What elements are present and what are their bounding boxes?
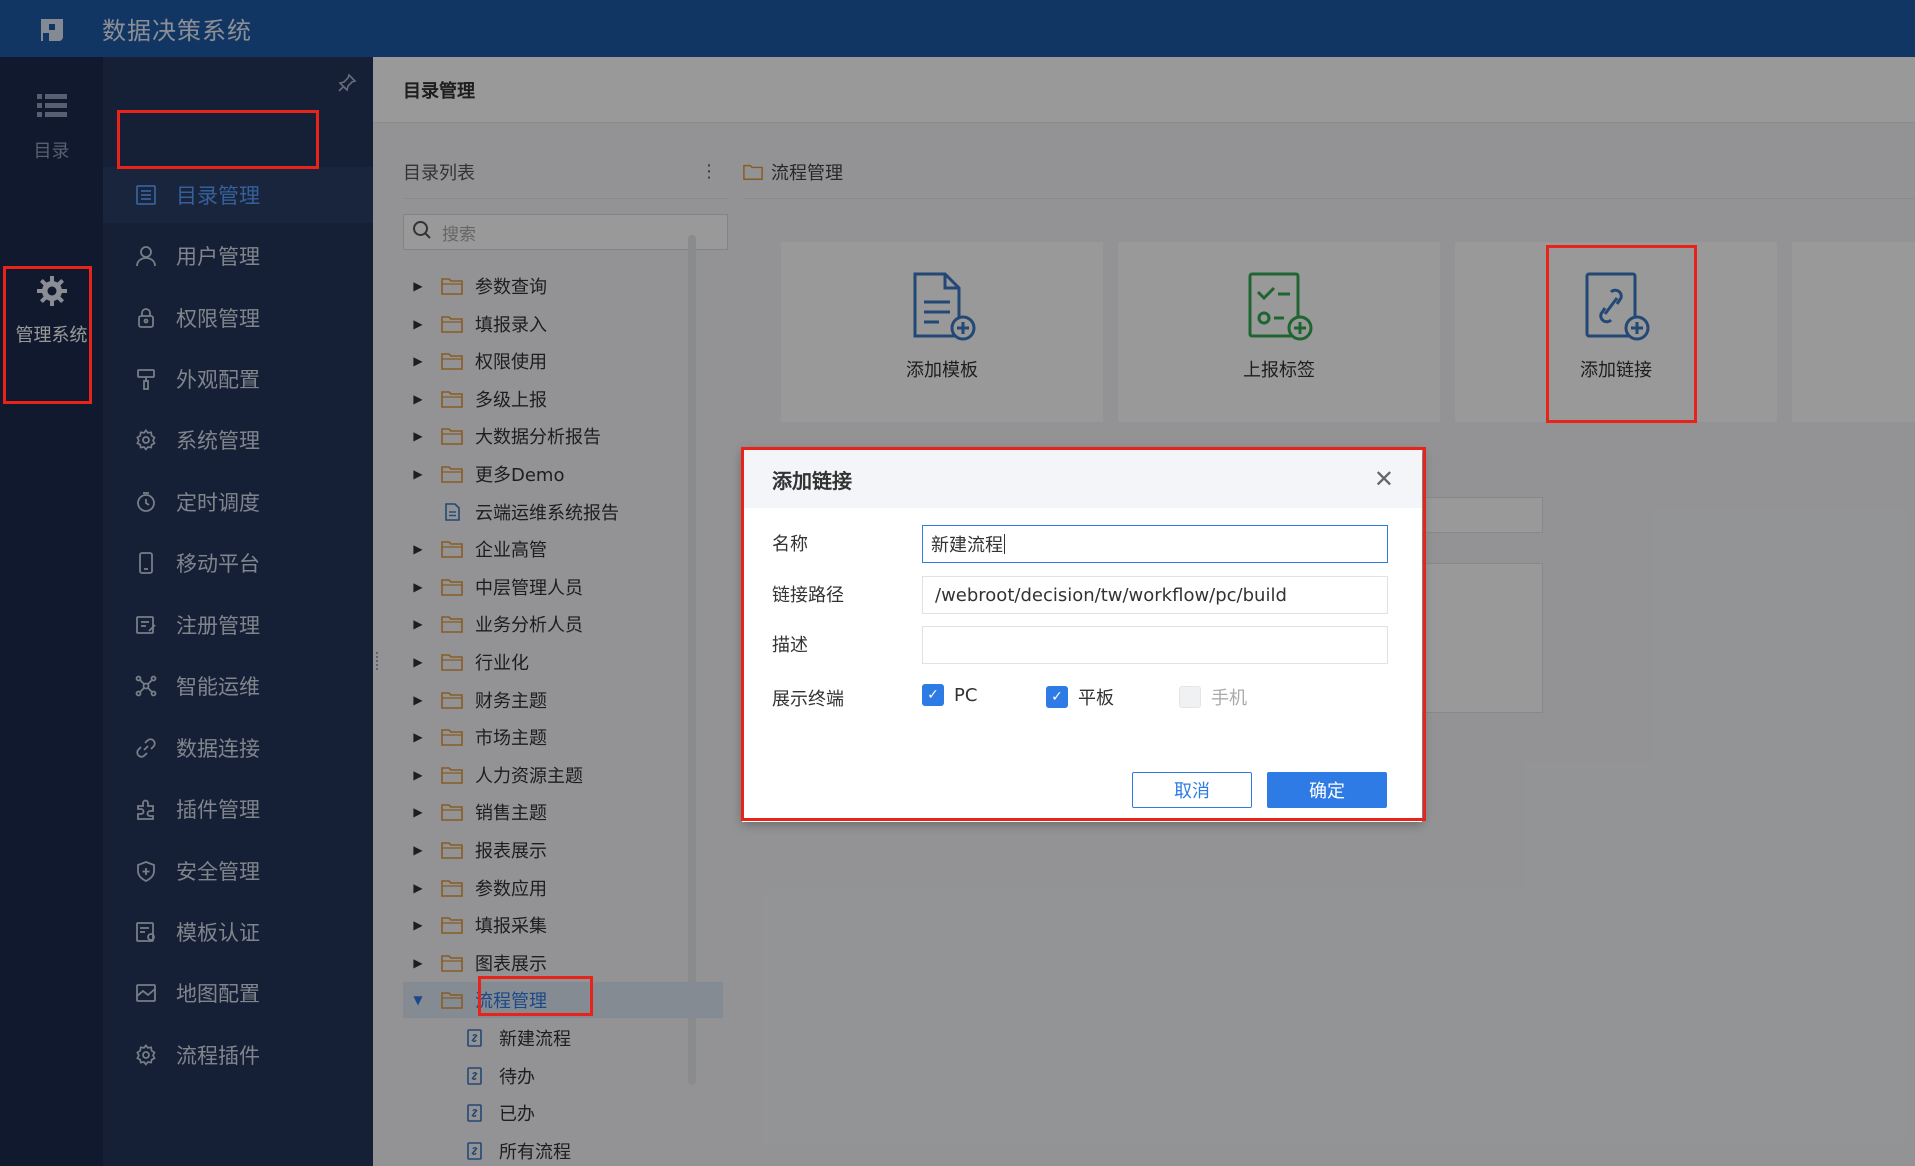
annotation-box	[1546, 245, 1697, 423]
annotation-box	[741, 447, 1426, 821]
annotation-box	[117, 110, 319, 169]
annotation-box	[3, 266, 92, 404]
annotation-box	[478, 976, 593, 1016]
